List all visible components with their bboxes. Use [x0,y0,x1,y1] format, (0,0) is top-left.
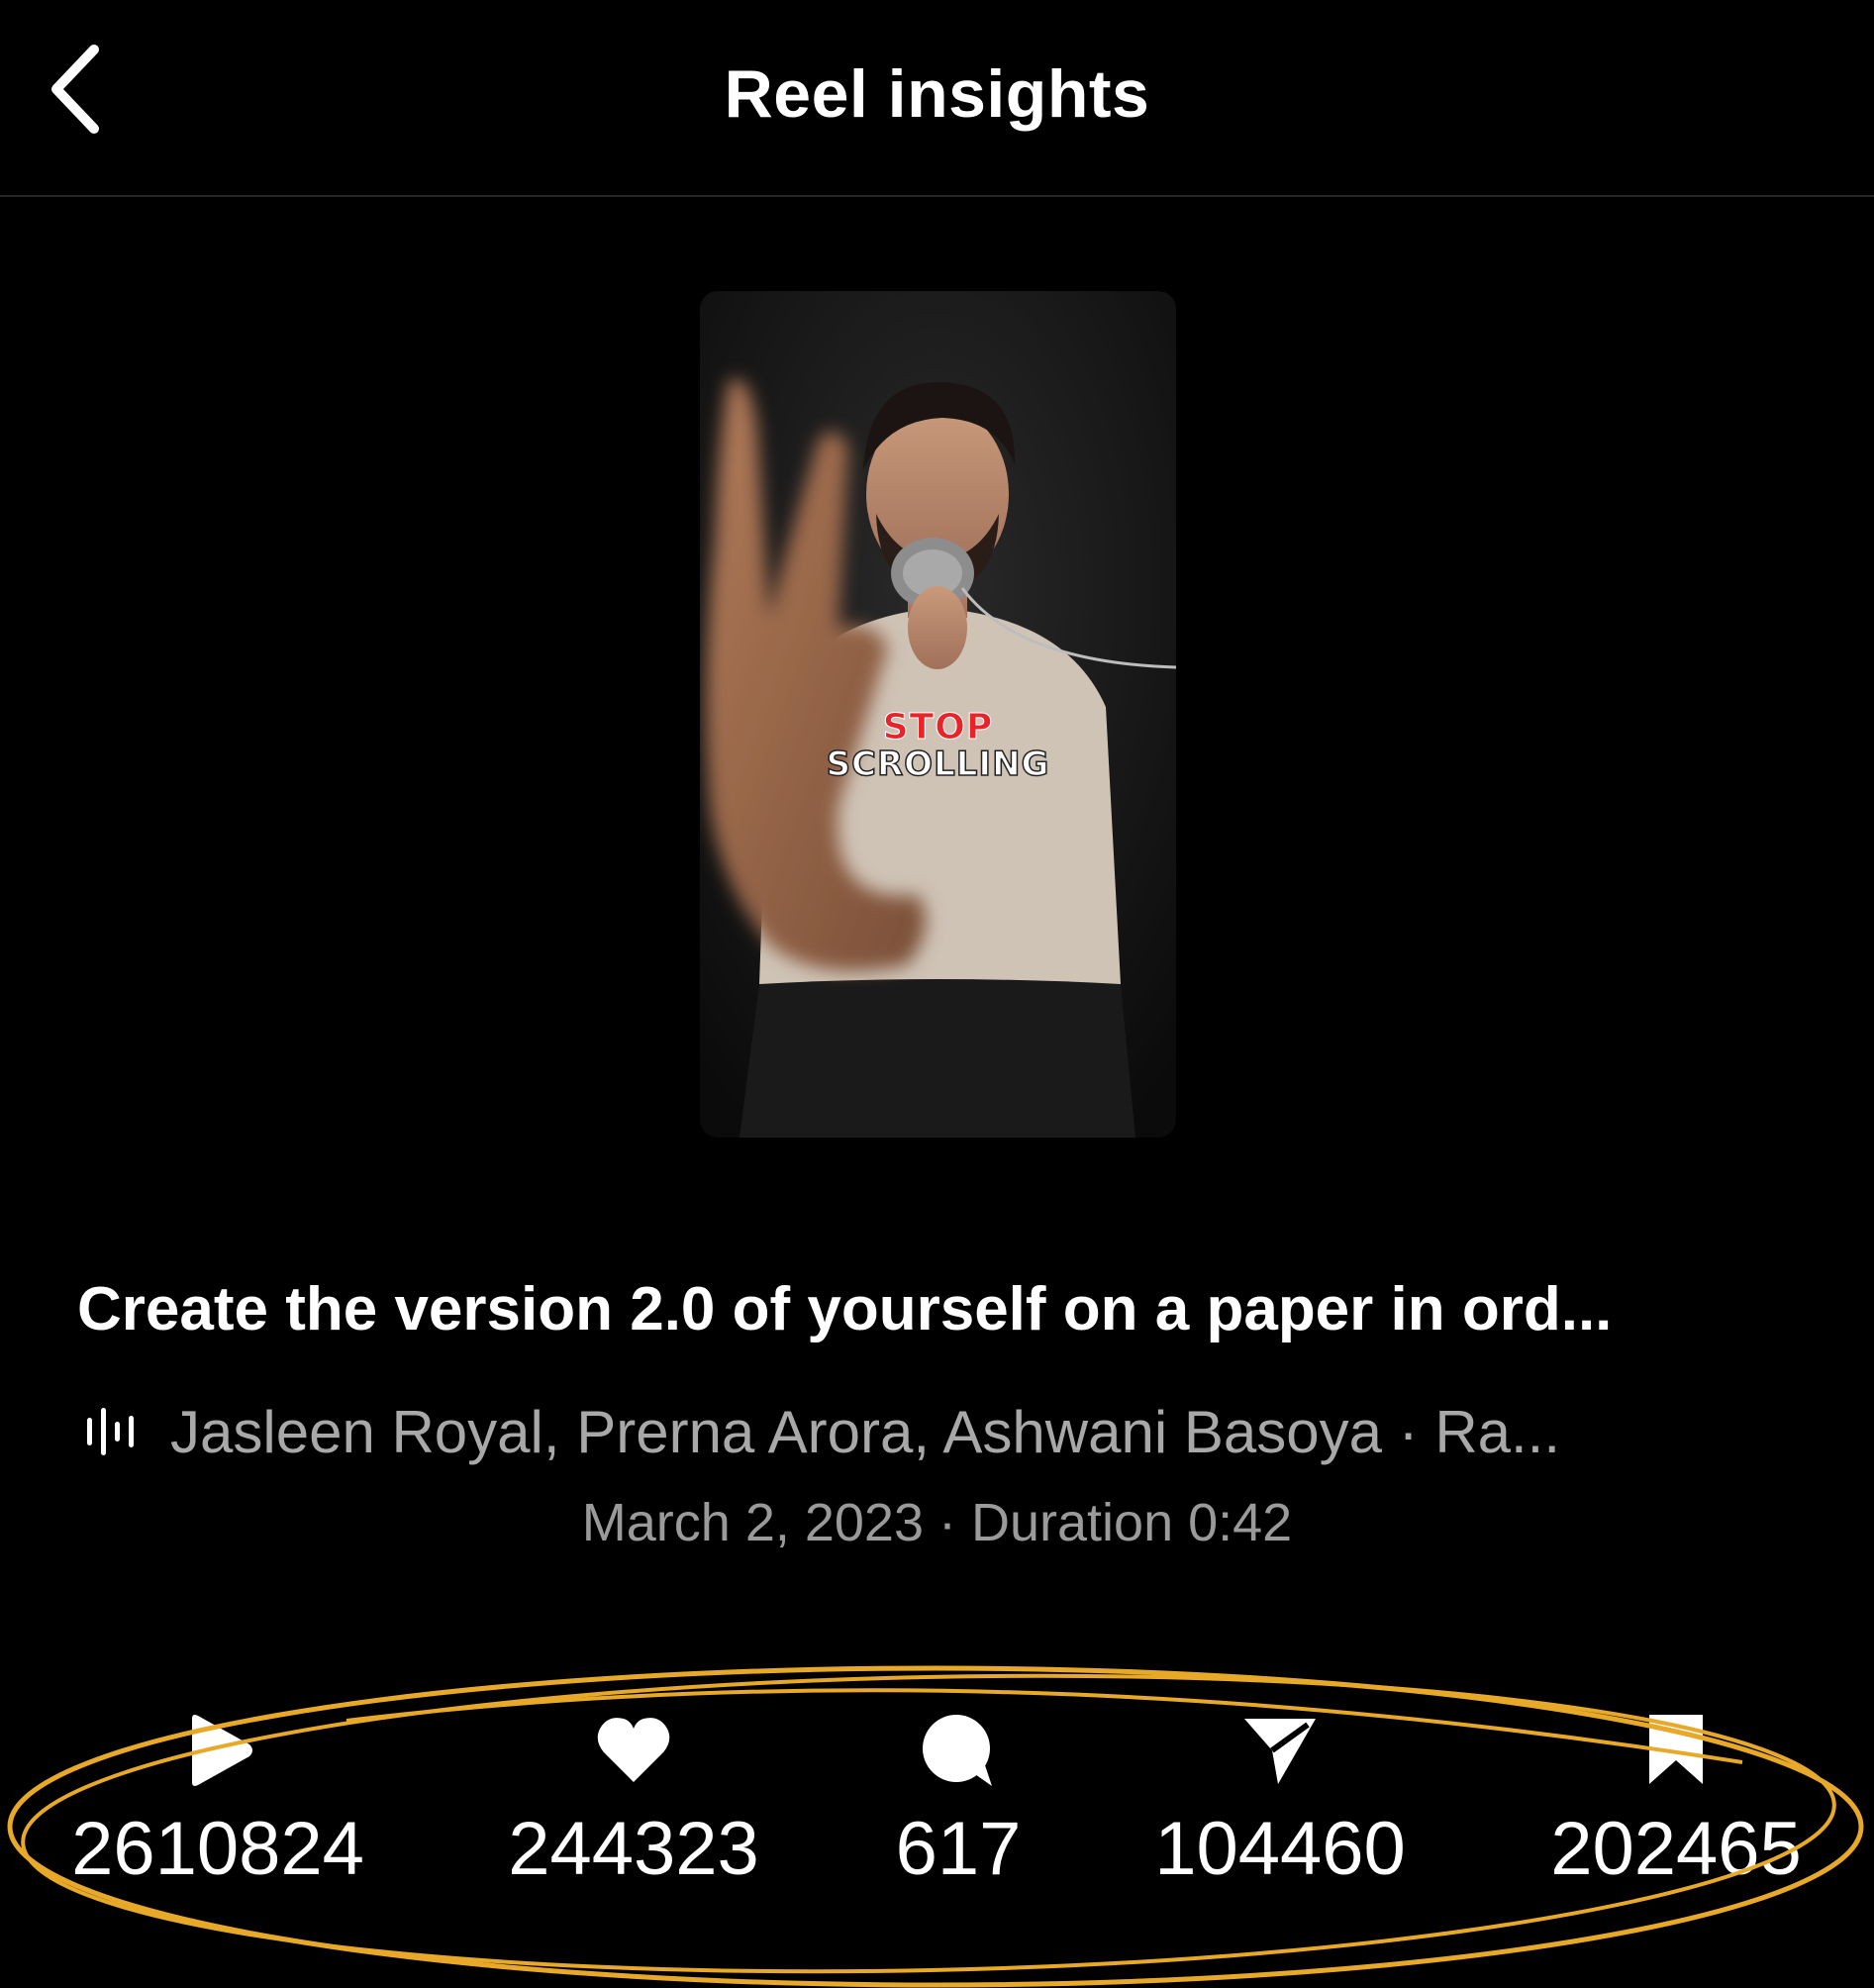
stat-shares-value: 104460 [1154,1807,1406,1891]
stat-plays-value: 2610824 [71,1807,364,1891]
post-date: March 2, 2023 [581,1493,924,1552]
stat-likes: 244323 [470,1703,797,1899]
audio-text: Jasleen Royal, Prerna Arora, Ashwani Bas… [170,1398,1561,1465]
stat-likes-value: 244323 [508,1807,759,1891]
stats-row: 2610824 244323 617 104460 202465 [0,1703,1874,1921]
stat-plays: 2610824 [54,1703,381,1899]
meta-separator: · [938,1493,956,1552]
reel-caption: Create the version 2.0 of yourself on a … [77,1275,1613,1343]
play-icon [192,1715,252,1786]
page-title: Reel insights [724,56,1150,132]
header-bar: Reel insights [0,0,1874,197]
reel-duration: Duration 0:42 [971,1493,1293,1552]
bookmark-icon [1649,1715,1703,1784]
stat-saves-value: 202465 [1550,1807,1802,1891]
reel-meta: March 2, 2023 · Duration 0:42 [0,1488,1874,1557]
stat-comments: 617 [795,1703,1122,1899]
audio-waveform-icon [87,1408,134,1455]
audio-attribution[interactable]: Jasleen Royal, Prerna Arora, Ashwani Bas… [83,1394,1806,1469]
share-icon [1244,1719,1316,1784]
stat-comments-value: 617 [895,1807,1022,1891]
heart-icon [597,1718,670,1782]
stat-shares: 104460 [1117,1703,1443,1899]
comment-icon [923,1715,992,1786]
reel-thumbnail[interactable]: STOP SCROLLING [700,291,1176,1138]
overlay-text-scrolling: SCROLLING [826,744,1050,785]
stat-saves: 202465 [1513,1703,1839,1899]
overlay-text-stop: STOP [882,707,994,748]
